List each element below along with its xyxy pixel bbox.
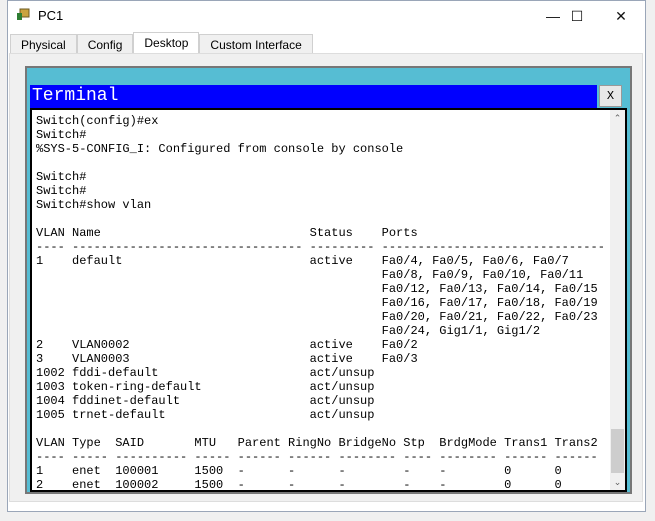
pc-app-icon [17,8,30,20]
terminal-line: 1005 trnet-default act/unsup [36,408,375,422]
terminal-output[interactable]: Switch(config)#ex Switch# %SYS-5-CONFIG_I:… [30,108,627,492]
terminal-text: Switch(config)#ex Switch# %SYS-5-CONFIG_I:… [36,114,605,492]
terminal-line: 2 VLAN0002 active Fa0/2 [36,338,418,352]
terminal-close-button[interactable]: X [599,85,622,107]
terminal-line: Fa0/8, Fa0/9, Fa0/10, Fa0/11 [36,268,584,282]
terminal-line: %SYS-5-CONFIG_I: Configured from console… [36,142,404,156]
terminal-line: Fa0/24, Gig1/1, Gig1/2 [36,324,541,338]
terminal-line: VLAN Name Status Ports [36,226,418,240]
scroll-up-icon[interactable]: ⌃ [610,110,625,126]
terminal-line: VLAN Type SAID MTU Parent RingNo BridgeN… [36,436,598,450]
terminal-line: 3 VLAN0003 active Fa0/3 [36,352,418,366]
window-title: PC1 [38,8,64,23]
terminal-line: ---- ----- ---------- ----- ------ -----… [36,450,598,464]
desktop-content: Terminal X Switch(config)#ex Switch# %SYS-… [9,53,643,502]
terminal-line: 2 enet 100002 1500 - - - - - 0 0 [36,478,562,492]
terminal-line: Fa0/16, Fa0/17, Fa0/18, Fa0/19 [36,296,598,310]
terminal-line: Switch# [36,184,87,198]
title-bar: PC1 — ☐ ✕ [8,1,645,31]
terminal-line: Switch#show vlan [36,198,152,212]
terminal-line: Switch(config)#ex [36,114,159,128]
terminal-title: Terminal [30,85,597,108]
scroll-down-icon[interactable]: ⌄ [610,474,625,490]
terminal-line: Switch# [36,128,87,142]
close-button[interactable]: ✕ [598,1,644,31]
terminal-line: 1 enet 100001 1500 - - - - - 0 0 [36,464,562,478]
terminal-line: 1004 fddinet-default act/unsup [36,394,375,408]
tab-desktop[interactable]: Desktop [133,32,200,55]
terminal-line: Switch# [36,170,87,184]
scrollbar-thumb[interactable] [611,429,624,473]
desktop-frame: Terminal X Switch(config)#ex Switch# %SYS-… [25,66,632,494]
terminal-line: 1 default active Fa0/4, Fa0/5, Fa0/6, Fa… [36,254,569,268]
tab-bar: Physical Config Desktop Custom Interface [10,32,313,56]
terminal-line: Fa0/12, Fa0/13, Fa0/14, Fa0/15 [36,282,598,296]
terminal-line: 1003 token-ring-default act/unsup [36,380,375,394]
pc1-window: PC1 — ☐ ✕ Physical Config Desktop Custom… [7,0,646,512]
terminal-scrollbar[interactable]: ⌃ ⌄ [610,110,625,490]
terminal-line: 1002 fddi-default act/unsup [36,366,375,380]
maximize-button[interactable]: ☐ [554,1,600,31]
terminal-line: Fa0/20, Fa0/21, Fa0/22, Fa0/23 [36,310,598,324]
terminal-line: ---- -------------------------------- --… [36,240,605,254]
